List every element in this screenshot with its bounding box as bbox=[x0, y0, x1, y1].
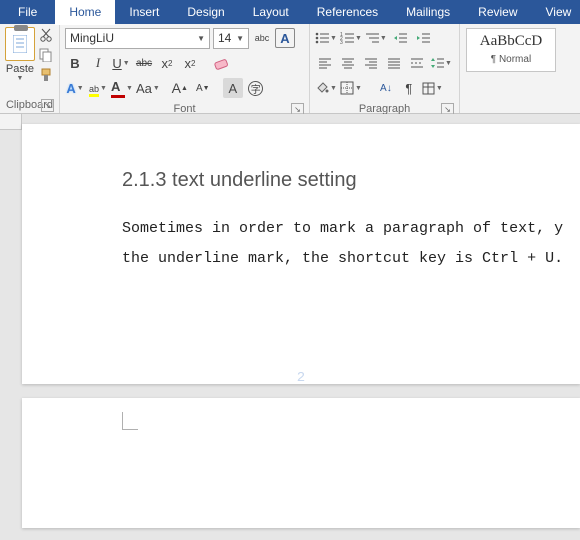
style-normal[interactable]: AaBbCcD ¶ Normal bbox=[466, 28, 556, 72]
body-line-2[interactable]: the underline mark, the shortcut key is … bbox=[122, 244, 580, 274]
snap-to-grid-button[interactable]: ▼ bbox=[422, 78, 443, 98]
paintbrush-icon bbox=[39, 68, 53, 82]
indent-icon bbox=[416, 32, 430, 44]
distributed-button[interactable] bbox=[407, 53, 427, 73]
document-body[interactable]: Sometimes in order to mark a paragraph o… bbox=[122, 214, 580, 274]
page-2[interactable]: 2 bbox=[22, 398, 580, 528]
align-center-icon bbox=[341, 57, 355, 69]
clipboard-doc-icon bbox=[13, 35, 27, 53]
tab-references[interactable]: References bbox=[303, 0, 392, 24]
asian-layout-icon bbox=[422, 82, 435, 95]
multilevel-icon bbox=[365, 32, 379, 44]
align-left-button[interactable] bbox=[315, 53, 335, 73]
justify-button[interactable] bbox=[384, 53, 404, 73]
ruler-corner[interactable] bbox=[0, 114, 22, 130]
tab-insert[interactable]: Insert bbox=[115, 0, 173, 24]
justify-icon bbox=[387, 57, 401, 69]
ribbon-body: Paste ▼ Clipboard ↘ bbox=[0, 24, 580, 114]
change-case-button[interactable]: Aa▼ bbox=[136, 78, 160, 98]
font-size-combo[interactable]: 14 ▼ bbox=[213, 28, 249, 49]
eraser-icon bbox=[213, 55, 231, 71]
document-area: 2.1.3 text underline setting Sometimes i… bbox=[0, 114, 580, 540]
svg-text:3: 3 bbox=[340, 40, 343, 44]
highlight-button[interactable]: ab▼ bbox=[88, 78, 108, 98]
character-border-button[interactable]: A bbox=[275, 28, 295, 48]
distributed-icon bbox=[410, 57, 424, 69]
clear-formatting-button[interactable] bbox=[212, 53, 232, 73]
tab-view[interactable]: View bbox=[532, 0, 580, 24]
shrink-font-button[interactable]: A▼ bbox=[193, 78, 213, 98]
bullets-button[interactable]: ▼ bbox=[315, 28, 337, 48]
paste-icon bbox=[5, 27, 35, 61]
clipboard-launcher[interactable]: ↘ bbox=[41, 99, 54, 112]
font-color-button[interactable]: A▼ bbox=[111, 78, 133, 98]
show-marks-button[interactable]: ¶ bbox=[399, 78, 419, 98]
phonetic-guide-button[interactable]: abc bbox=[252, 28, 272, 48]
paste-button[interactable]: Paste ▼ bbox=[5, 27, 35, 82]
underline-button[interactable]: U▼ bbox=[111, 53, 131, 73]
text-effects-button[interactable]: A▼ bbox=[65, 78, 85, 98]
align-right-icon bbox=[364, 57, 378, 69]
char-shading-button[interactable]: A bbox=[223, 78, 243, 98]
multilevel-list-button[interactable]: ▼ bbox=[365, 28, 387, 48]
tab-layout[interactable]: Layout bbox=[239, 0, 303, 24]
tab-home[interactable]: Home bbox=[55, 0, 115, 24]
enclose-chars-button[interactable]: 字 bbox=[246, 78, 266, 98]
font-name-combo[interactable]: MingLiU ▼ bbox=[65, 28, 210, 49]
decrease-indent-button[interactable] bbox=[390, 28, 410, 48]
numbering-button[interactable]: 123▼ bbox=[340, 28, 362, 48]
ribbon-tabs: File Home Insert Design Layout Reference… bbox=[0, 0, 580, 24]
tab-design[interactable]: Design bbox=[173, 0, 238, 24]
italic-button[interactable]: I bbox=[88, 53, 108, 73]
grow-font-button[interactable]: A▲ bbox=[170, 78, 190, 98]
page-1[interactable]: 2.1.3 text underline setting Sometimes i… bbox=[22, 124, 580, 384]
increase-indent-button[interactable] bbox=[413, 28, 433, 48]
body-line-1[interactable]: Sometimes in order to mark a paragraph o… bbox=[122, 214, 580, 244]
bullets-icon bbox=[315, 32, 329, 44]
style-sample: AaBbCcD bbox=[467, 33, 555, 50]
group-paragraph: ▼ 123▼ ▼ ▼ bbox=[310, 24, 460, 113]
subscript-button[interactable]: x2 bbox=[157, 53, 177, 73]
numbering-icon: 123 bbox=[340, 32, 354, 44]
line-spacing-icon bbox=[430, 57, 444, 69]
cut-button[interactable] bbox=[38, 27, 54, 43]
scissors-icon bbox=[39, 28, 53, 42]
tab-mailings[interactable]: Mailings bbox=[392, 0, 464, 24]
tab-review[interactable]: Review bbox=[464, 0, 531, 24]
font-size-dropdown-icon[interactable]: ▼ bbox=[232, 34, 244, 43]
align-center-button[interactable] bbox=[338, 53, 358, 73]
font-name-value: MingLiU bbox=[70, 31, 114, 45]
shading-button[interactable]: ▼ bbox=[315, 78, 337, 98]
sort-button[interactable]: A↓ bbox=[376, 78, 396, 98]
borders-icon bbox=[340, 81, 354, 95]
paint-bucket-icon bbox=[315, 81, 329, 95]
page-number: 2 bbox=[297, 370, 305, 386]
group-font: MingLiU ▼ 14 ▼ abc A B I U▼ abc x bbox=[60, 24, 310, 113]
paste-dropdown-icon[interactable]: ▼ bbox=[17, 75, 24, 82]
font-size-value: 14 bbox=[218, 31, 231, 45]
align-left-icon bbox=[318, 57, 332, 69]
group-clipboard: Paste ▼ Clipboard ↘ bbox=[0, 24, 60, 113]
outdent-icon bbox=[393, 32, 407, 44]
page-gap bbox=[22, 384, 580, 398]
copy-icon bbox=[39, 48, 53, 62]
paste-label: Paste bbox=[6, 63, 34, 75]
format-painter-button[interactable] bbox=[38, 67, 54, 83]
copy-button[interactable] bbox=[38, 47, 54, 63]
line-spacing-button[interactable]: ▼ bbox=[430, 53, 452, 73]
strikethrough-button[interactable]: abc bbox=[134, 53, 154, 73]
clipboard-group-label: Clipboard ↘ bbox=[5, 98, 54, 112]
superscript-button[interactable]: x2 bbox=[180, 53, 200, 73]
tab-file[interactable]: File bbox=[0, 0, 55, 24]
style-name: ¶ Normal bbox=[467, 54, 555, 65]
align-right-button[interactable] bbox=[361, 53, 381, 73]
document-heading[interactable]: 2.1.3 text underline setting bbox=[122, 169, 580, 192]
margin-indicator bbox=[122, 412, 138, 430]
font-name-dropdown-icon[interactable]: ▼ bbox=[193, 34, 205, 43]
bold-button[interactable]: B bbox=[65, 53, 85, 73]
group-styles: AaBbCcD ¶ Normal bbox=[460, 24, 570, 113]
borders-button[interactable]: ▼ bbox=[340, 78, 362, 98]
